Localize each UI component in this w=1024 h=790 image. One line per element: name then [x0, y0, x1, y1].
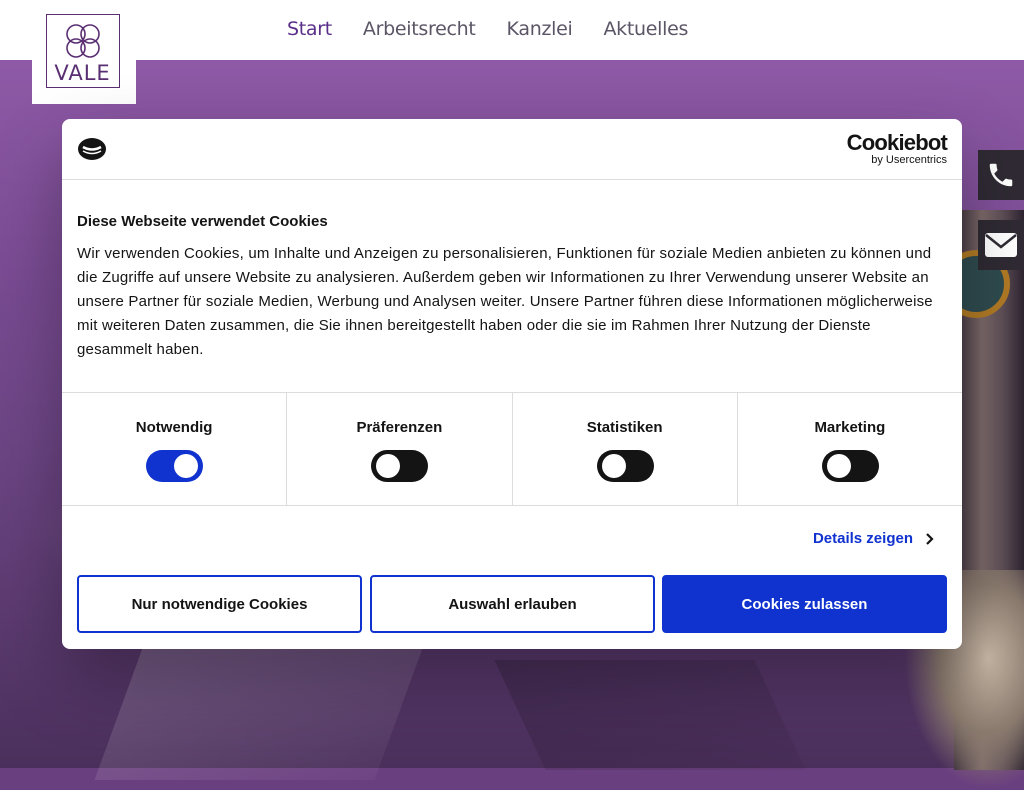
phone-icon [989, 163, 1013, 187]
toggle-marketing[interactable] [821, 450, 879, 482]
main-nav: Start Arbeitsrecht Kanzlei Aktuelles [287, 18, 719, 40]
email-button[interactable] [978, 220, 1024, 270]
hero-tower-image [904, 210, 1024, 790]
brand-subtitle: by Usercentrics [871, 154, 947, 166]
details-label: Details zeigen [812, 530, 913, 547]
nav-kanzlei[interactable]: Kanzlei [507, 18, 573, 40]
envelope-icon [985, 233, 1017, 257]
logo-text: VALE [54, 61, 111, 85]
site-logo[interactable]: VALE [32, 0, 136, 104]
details-link[interactable]: Details zeigen [813, 530, 934, 547]
nav-arbeitsrecht[interactable]: Arbeitsrecht [363, 18, 476, 40]
necessary-only-button[interactable]: Nur notwendige Cookies [77, 575, 362, 633]
dialog-description: Wir verwenden Cookies, um Inhalte und An… [77, 245, 933, 358]
category-label: Statistiken [586, 419, 663, 436]
dialog-title: Diese Webseite verwendet Cookies [77, 213, 328, 230]
phone-button[interactable] [978, 150, 1024, 200]
consent-buttons: Nur notwendige Cookies Auswahl erlauben … [77, 575, 947, 633]
category-label: Präferenzen [356, 419, 443, 436]
dialog-header: Cookiebot by Usercentrics [62, 119, 962, 180]
chevron-right-icon [926, 532, 934, 545]
category-label: Notwendig [135, 419, 213, 436]
allow-all-button[interactable]: Cookies zulassen [662, 575, 947, 633]
category-marketing: Marketing [738, 393, 962, 505]
logo-frame: VALE [46, 14, 120, 88]
site-header: Start Arbeitsrecht Kanzlei Aktuelles [0, 0, 1024, 60]
consent-categories: Notwendig Präferenzen Statistiken Market… [62, 392, 962, 506]
logo-emblem-icon [66, 24, 100, 58]
hero-roof-shape [494, 660, 806, 770]
category-label: Marketing [814, 419, 886, 436]
dialog-body: Diese Webseite verwendet Cookies Wir ver… [62, 213, 962, 362]
toggle-knob [601, 454, 626, 478]
toggle-knob [826, 454, 851, 478]
toggle-necessary[interactable] [146, 450, 204, 482]
cookiebot-logo-icon [78, 138, 106, 160]
category-necessary: Notwendig [62, 393, 288, 505]
toggle-knob [174, 454, 199, 478]
category-statistics: Statistiken [513, 393, 738, 505]
toggle-knob [376, 454, 401, 478]
cookie-consent-dialog: Cookiebot by Usercentrics Diese Webseite… [62, 119, 962, 649]
allow-selection-button[interactable]: Auswahl erlauben [370, 575, 655, 633]
hero-roof-shape [94, 640, 426, 780]
toggle-preferences[interactable] [371, 450, 429, 482]
toggle-statistics[interactable] [596, 450, 654, 482]
category-preferences: Präferenzen [287, 393, 513, 505]
cookiebot-brand[interactable]: Cookiebot by Usercentrics [846, 130, 948, 167]
nav-aktuelles[interactable]: Aktuelles [603, 18, 688, 40]
brand-name: Cookiebot [846, 130, 948, 155]
nav-start[interactable]: Start [287, 18, 332, 40]
